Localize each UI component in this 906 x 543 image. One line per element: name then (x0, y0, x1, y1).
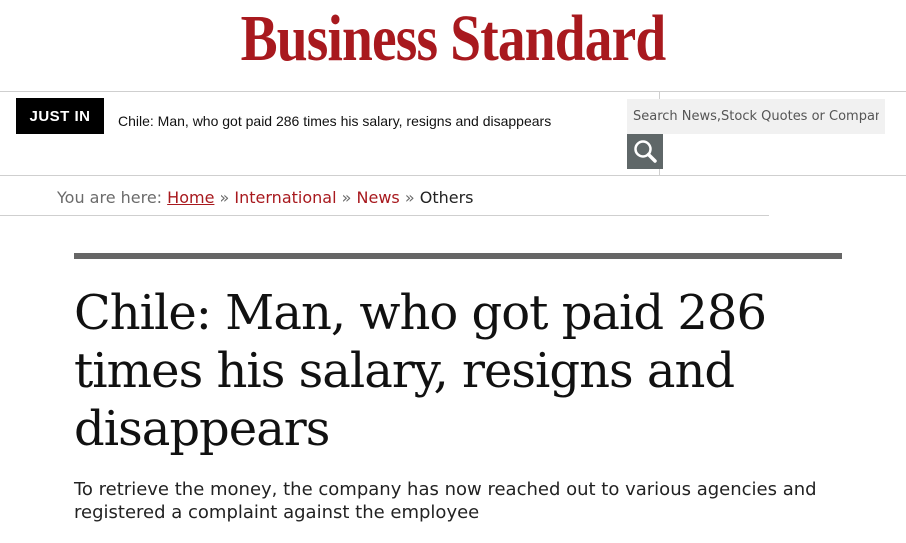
breadcrumb-separator: » (219, 188, 230, 207)
masthead: Business Standard (0, 0, 906, 92)
breadcrumb-separator: » (341, 188, 352, 207)
page: Business Standard JUST IN Chile: Man, wh… (0, 0, 906, 543)
search-icon (634, 139, 657, 163)
just-in-badge: JUST IN (16, 98, 104, 134)
breadcrumb-current: Others (419, 188, 474, 207)
article-top-rule (74, 253, 842, 259)
just-in-bar: JUST IN Chile: Man, who got paid 286 tim… (0, 92, 906, 176)
just-in-headline-link[interactable]: Chile: Man, who got paid 286 times his s… (118, 113, 551, 129)
search-button[interactable] (627, 134, 663, 169)
breadcrumb-separator: » (404, 188, 415, 207)
breadcrumb-divider (0, 215, 769, 216)
breadcrumb-international-link[interactable]: International (234, 188, 336, 207)
article-summary: To retrieve the money, the company has n… (74, 479, 817, 523)
breadcrumb-news-link[interactable]: News (357, 188, 400, 207)
breadcrumb-home-link[interactable]: Home (167, 188, 214, 207)
search-input[interactable] (627, 99, 885, 134)
breadcrumb-prefix: You are here: (57, 188, 163, 207)
article-title: Chile: Man, who got paid 286 times his s… (74, 285, 767, 457)
business-standard-logo[interactable]: Business Standard (72, 2, 833, 76)
breadcrumb: You are here: Home » International » New… (57, 188, 474, 207)
